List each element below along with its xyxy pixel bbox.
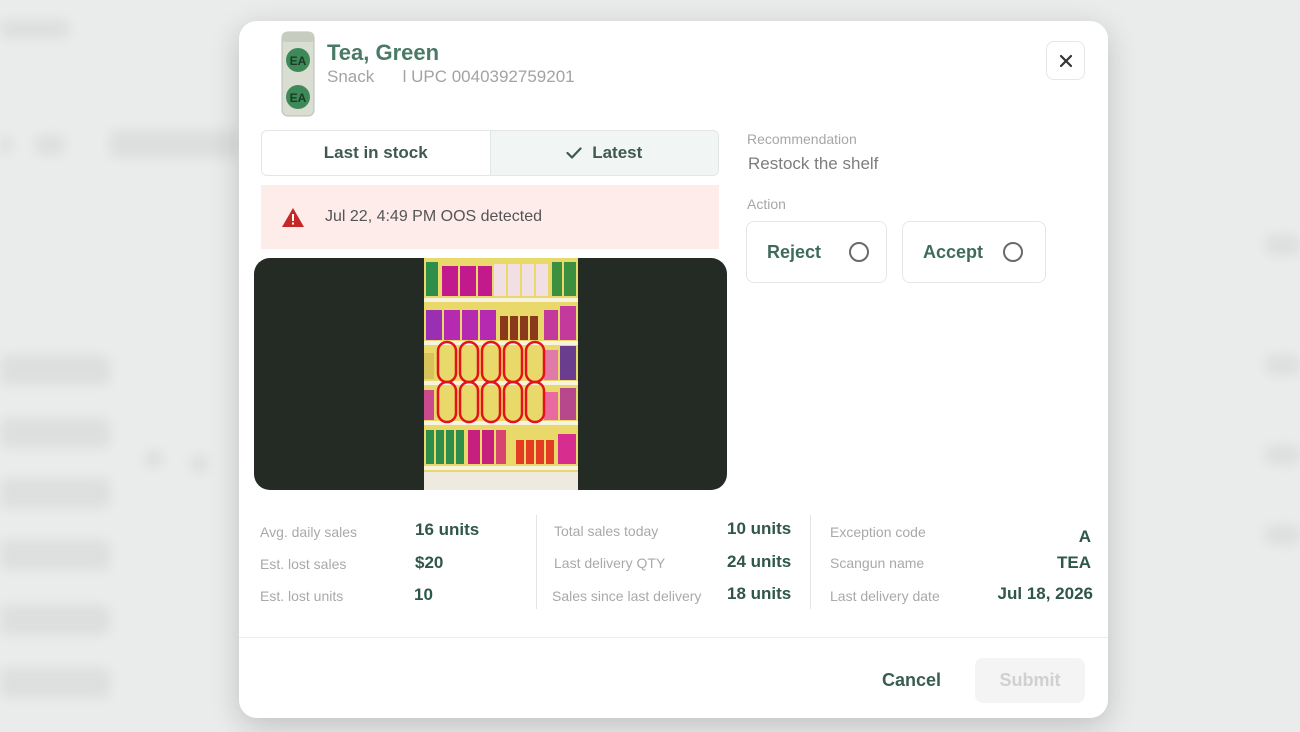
stat-value: TEA xyxy=(1057,553,1091,572)
product-category: Snack xyxy=(327,67,375,86)
stat-value: 24 units xyxy=(727,552,792,571)
stat-label: Exception code xyxy=(830,524,926,540)
stat-label: Sales since last delivery xyxy=(552,588,702,604)
accept-radio[interactable] xyxy=(1003,242,1024,262)
reject-label: Reject xyxy=(767,241,822,262)
warning-icon xyxy=(282,207,304,227)
stat-label: Total sales today xyxy=(554,523,659,539)
tab-latest[interactable]: Latest xyxy=(489,131,718,175)
stat-value: Jul 18, 2026 xyxy=(997,584,1093,603)
stat-label: Est. lost sales xyxy=(260,556,347,572)
shelf-image xyxy=(424,258,578,490)
close-icon xyxy=(1059,54,1072,67)
shelf-photo[interactable] xyxy=(254,258,727,490)
stat-label: Scangun name xyxy=(830,555,925,571)
stat-value: $20 xyxy=(415,553,444,572)
tab-label: Latest xyxy=(592,143,643,162)
stat-value: 10 xyxy=(414,585,433,604)
stat-value: A xyxy=(1078,527,1091,546)
checkmark-icon xyxy=(566,147,582,159)
cancel-button[interactable]: Cancel xyxy=(859,658,964,703)
footer-divider xyxy=(239,637,1108,638)
close-button[interactable] xyxy=(1046,41,1085,80)
image-tabs: Last in stock Latest xyxy=(261,130,719,176)
stat-label: Last delivery date xyxy=(830,588,940,604)
recommendation-label: Recommendation xyxy=(747,131,857,147)
product-meta: Snack l UPC 0040392759201 xyxy=(327,67,575,87)
product-upc: l UPC 0040392759201 xyxy=(402,67,575,86)
stat-value: 10 units xyxy=(727,519,792,538)
tab-last-in-stock[interactable]: Last in stock xyxy=(262,131,490,175)
stat-label: Est. lost units xyxy=(260,588,344,604)
product-thumbnail: EA EA xyxy=(280,30,316,118)
recommendation-value: Restock the shelf xyxy=(748,154,879,173)
reject-radio[interactable] xyxy=(849,242,870,262)
alert-text: Jul 22, 4:49 PM OOS detected xyxy=(325,208,543,225)
thumbnail-label-top: EA xyxy=(290,54,307,68)
action-label: Action xyxy=(747,196,786,212)
stat-label: Last delivery QTY xyxy=(554,555,666,571)
divider xyxy=(810,515,811,609)
accept-label: Accept xyxy=(923,241,984,262)
divider xyxy=(536,515,537,609)
oos-detail-modal: EA EA Tea, Green Snack l UPC 00403927592… xyxy=(239,21,1108,718)
stat-value: 16 units xyxy=(415,520,480,539)
thumbnail-label-bottom: EA xyxy=(290,91,307,105)
submit-button[interactable]: Submit xyxy=(975,658,1085,703)
stat-label: Avg. daily sales xyxy=(260,524,358,540)
product-name: Tea, Green xyxy=(327,40,440,65)
oos-alert-banner: Jul 22, 4:49 PM OOS detected xyxy=(261,185,719,249)
stat-value: 18 units xyxy=(727,584,792,603)
reject-option[interactable]: Reject xyxy=(746,221,887,283)
tab-label: Last in stock xyxy=(323,143,428,162)
accept-option[interactable]: Accept xyxy=(902,221,1046,283)
